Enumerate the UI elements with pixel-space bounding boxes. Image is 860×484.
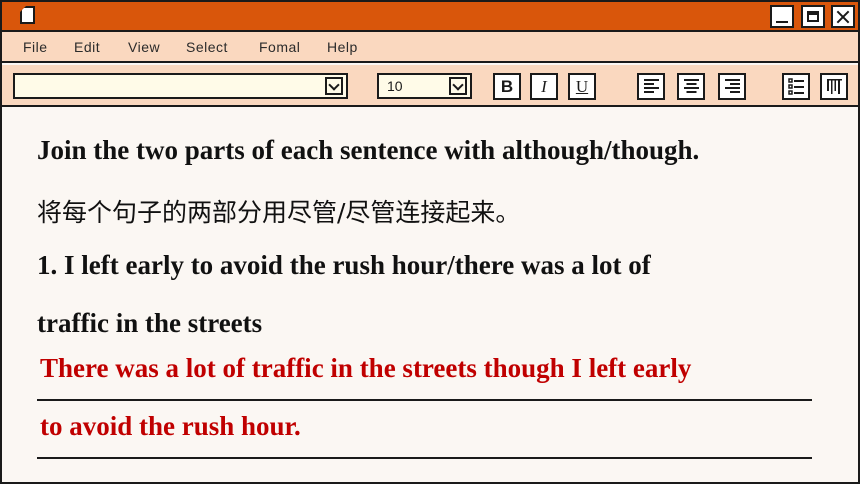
align-center-button[interactable] [677, 73, 705, 100]
maximize-button[interactable] [801, 5, 825, 28]
italic-button[interactable]: I [530, 73, 558, 100]
menu-help[interactable]: Help [327, 39, 358, 55]
answer-underline-1 [37, 399, 812, 401]
menu-bar: File Edit View Select Fomal Help [2, 32, 858, 63]
menu-select[interactable]: Select [186, 39, 228, 55]
answer-underline-2 [37, 457, 812, 459]
underline-button[interactable]: U [568, 73, 596, 100]
align-right-button[interactable] [718, 73, 746, 100]
close-button[interactable] [831, 5, 855, 28]
chevron-down-icon[interactable] [325, 77, 343, 95]
bullet-list-button[interactable] [782, 73, 810, 100]
answer-line-2: to avoid the rush hour. [40, 411, 301, 441]
menu-edit[interactable]: Edit [74, 39, 100, 55]
format-toolbar: 10 B I U [2, 65, 858, 107]
minimize-button[interactable] [770, 5, 794, 28]
instruction-chinese: 将每个句子的两部分用尽管/尽管连接起来。 [37, 198, 521, 227]
font-size-select[interactable]: 10 [377, 73, 472, 99]
columns-icon [827, 79, 842, 94]
answer-line-1: There was a lot of traffic in the street… [40, 353, 692, 383]
editor-window: File Edit View Select Fomal Help 10 B I … [0, 0, 860, 484]
document-body[interactable]: Join the two parts of each sentence with… [2, 109, 858, 482]
instruction-english: Join the two parts of each sentence with… [37, 135, 700, 165]
bold-button[interactable]: B [493, 73, 521, 100]
menu-view[interactable]: View [128, 39, 160, 55]
bullet-list-icon [788, 78, 804, 95]
menu-format[interactable]: Fomal [259, 39, 300, 55]
align-left-icon [644, 79, 659, 93]
question-line-1: 1. I left early to avoid the rush hour/t… [37, 250, 651, 280]
align-right-icon [725, 79, 740, 93]
font-size-value: 10 [387, 78, 403, 94]
font-family-select[interactable] [13, 73, 348, 99]
columns-button[interactable] [820, 73, 848, 100]
question-line-2: traffic in the streets [37, 308, 263, 338]
title-bar [2, 2, 858, 32]
align-center-icon [684, 79, 699, 93]
menu-file[interactable]: File [23, 39, 48, 55]
document-icon [20, 6, 35, 24]
chevron-down-icon[interactable] [449, 77, 467, 95]
align-left-button[interactable] [637, 73, 665, 100]
